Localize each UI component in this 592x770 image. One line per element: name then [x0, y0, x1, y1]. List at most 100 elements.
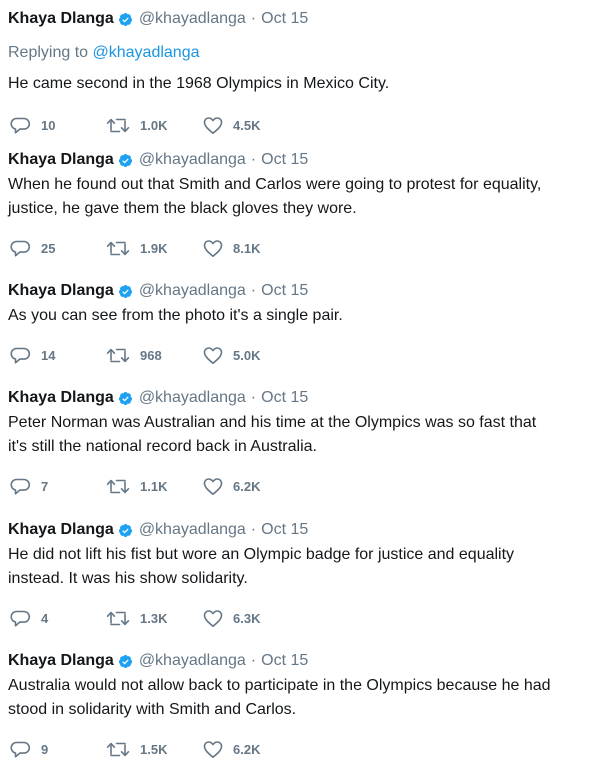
- tweet-text-line: As you can see from the photo it's a sin…: [8, 307, 343, 324]
- tweet-text-line: He came second in the 1968 Olympics in M…: [8, 75, 390, 92]
- verified-badge-icon: [118, 12, 133, 27]
- reply-bubble-icon: [10, 117, 31, 133]
- like-button[interactable]: 6.2K: [203, 475, 260, 497]
- author-handle[interactable]: @khayadlanga: [139, 10, 246, 28]
- author-name[interactable]: Khaya Dlanga: [8, 282, 114, 300]
- retweet-arrows-icon: [106, 118, 130, 132]
- tweet-text-line: instead. It was his show solidarity.: [8, 570, 248, 587]
- heart-outline-icon: [203, 477, 223, 495]
- tweet-text: Peter Norman was Australian and his time…: [8, 411, 584, 459]
- tweet-text: He came second in the 1968 Olympics in M…: [8, 72, 584, 96]
- reply-count: 7: [41, 478, 49, 494]
- dot-separator: ·: [250, 10, 257, 27]
- tweet-date[interactable]: Oct 15: [261, 389, 308, 407]
- like-button[interactable]: 4.5K: [203, 114, 260, 136]
- like-count: 6.2K: [233, 741, 261, 757]
- like-count: 6.3K: [233, 610, 261, 626]
- retweet-count: 968: [140, 347, 162, 363]
- tweet-text-line: it's still the national record back in A…: [8, 438, 317, 455]
- reply-button[interactable]: 9: [10, 738, 48, 760]
- tweet-header: Khaya Dlanga @khayadlanga · Oct 15: [8, 650, 308, 672]
- like-button[interactable]: 6.2K: [203, 738, 260, 760]
- tweet-header: Khaya Dlanga @khayadlanga · Oct 15: [8, 387, 308, 409]
- author-name[interactable]: Khaya Dlanga: [8, 389, 114, 407]
- reply-button[interactable]: 25: [10, 237, 55, 259]
- retweet-count: 1.9K: [140, 240, 168, 256]
- reply-button[interactable]: 4: [10, 607, 48, 629]
- retweet-button[interactable]: 1.0K: [106, 114, 167, 136]
- dot-separator: ·: [250, 282, 257, 299]
- author-handle[interactable]: @khayadlanga: [139, 282, 246, 300]
- reply-button[interactable]: 14: [10, 344, 55, 366]
- retweet-button[interactable]: 1.3K: [106, 607, 167, 629]
- reply-count: 10: [41, 117, 56, 133]
- tweet-date[interactable]: Oct 15: [261, 282, 308, 300]
- author-handle[interactable]: @khayadlanga: [139, 652, 246, 670]
- like-button[interactable]: 6.3K: [203, 607, 260, 629]
- like-count: 6.2K: [233, 478, 261, 494]
- reply-bubble-icon: [10, 240, 31, 256]
- retweet-button[interactable]: 1.1K: [106, 475, 167, 497]
- retweet-count: 1.1K: [140, 478, 168, 494]
- retweet-button[interactable]: 1.9K: [106, 237, 167, 259]
- tweet-text: As you can see from the photo it's a sin…: [8, 304, 584, 328]
- retweet-arrows-icon: [106, 479, 130, 493]
- reply-bubble-icon: [10, 610, 31, 626]
- tweet-date[interactable]: Oct 15: [261, 151, 308, 169]
- heart-outline-icon: [203, 346, 223, 364]
- retweet-arrows-icon: [106, 241, 130, 255]
- reply-count: 14: [41, 347, 56, 363]
- retweet-arrows-icon: [106, 611, 130, 625]
- author-name[interactable]: Khaya Dlanga: [8, 10, 114, 28]
- retweet-count: 1.3K: [140, 610, 168, 626]
- tweet-text-line: When he found out that Smith and Carlos …: [8, 176, 542, 193]
- tweet-date[interactable]: Oct 15: [261, 10, 308, 28]
- heart-outline-icon: [203, 740, 223, 758]
- tweet-text-line: Peter Norman was Australian and his time…: [8, 414, 537, 431]
- dot-separator: ·: [250, 652, 257, 669]
- author-handle[interactable]: @khayadlanga: [139, 521, 246, 539]
- author-handle[interactable]: @khayadlanga: [139, 151, 246, 169]
- dot-separator: ·: [250, 389, 257, 406]
- verified-badge-icon: [118, 523, 133, 538]
- dot-separator: ·: [250, 151, 257, 168]
- tweet-header: Khaya Dlanga @khayadlanga · Oct 15: [8, 149, 308, 171]
- tweet-text-line: justice, he gave them the black gloves t…: [8, 200, 357, 217]
- tweet-date[interactable]: Oct 15: [261, 652, 308, 670]
- like-count: 4.5K: [233, 117, 261, 133]
- like-button[interactable]: 8.1K: [203, 237, 260, 259]
- tweet-header: Khaya Dlanga @khayadlanga · Oct 15: [8, 8, 308, 30]
- tweet-text: When he found out that Smith and Carlos …: [8, 173, 584, 221]
- heart-outline-icon: [203, 239, 223, 257]
- author-name[interactable]: Khaya Dlanga: [8, 151, 114, 169]
- verified-badge-icon: [118, 153, 133, 168]
- verified-badge-icon: [118, 284, 133, 299]
- retweet-count: 1.5K: [140, 741, 168, 757]
- like-count: 5.0K: [233, 347, 261, 363]
- verified-badge-icon: [118, 391, 133, 406]
- reply-count: 9: [41, 741, 49, 757]
- reply-bubble-icon: [10, 741, 31, 757]
- replying-to-label: Replying to: [8, 44, 89, 61]
- author-handle[interactable]: @khayadlanga: [139, 389, 246, 407]
- retweet-arrows-icon: [106, 742, 130, 756]
- reply-bubble-icon: [10, 478, 31, 494]
- heart-outline-icon: [203, 609, 223, 627]
- reply-button[interactable]: 10: [10, 114, 55, 136]
- reply-bubble-icon: [10, 347, 31, 363]
- replying-to-handle-link[interactable]: @khayadlanga: [93, 44, 200, 61]
- author-name[interactable]: Khaya Dlanga: [8, 652, 114, 670]
- retweet-button[interactable]: 1.5K: [106, 738, 167, 760]
- tweet-header: Khaya Dlanga @khayadlanga · Oct 15: [8, 519, 308, 541]
- retweet-count: 1.0K: [140, 117, 168, 133]
- tweet-text: Australia would not allow back to partic…: [8, 674, 584, 722]
- reply-button[interactable]: 7: [10, 475, 48, 497]
- heart-outline-icon: [203, 116, 223, 134]
- like-count: 8.1K: [233, 240, 261, 256]
- tweet-date[interactable]: Oct 15: [261, 521, 308, 539]
- tweet-header: Khaya Dlanga @khayadlanga · Oct 15: [8, 280, 308, 302]
- tweet-text-line: Australia would not allow back to partic…: [8, 677, 551, 694]
- like-button[interactable]: 5.0K: [203, 344, 260, 366]
- retweet-button[interactable]: 968: [106, 344, 162, 366]
- author-name[interactable]: Khaya Dlanga: [8, 521, 114, 539]
